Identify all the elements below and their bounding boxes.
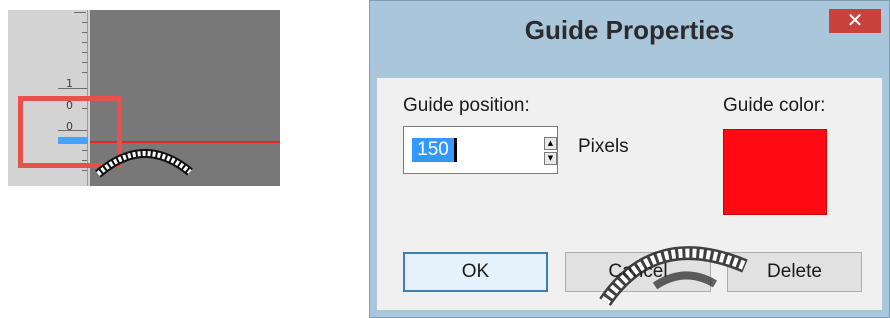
ruler-tick <box>58 88 88 89</box>
unit-label: Pixels <box>578 136 629 157</box>
close-icon: ✕ <box>846 10 864 32</box>
ok-button[interactable]: OK <box>403 252 548 292</box>
ruler-label: 1 <box>66 77 73 90</box>
ruler-tick <box>74 12 86 13</box>
delete-button[interactable]: Delete <box>727 252 862 292</box>
dialog-client: Guide position: 150 ▲ ▼ Pixels Guide col… <box>377 78 882 310</box>
guide-color-label: Guide color: <box>723 95 826 116</box>
spin-down-button[interactable]: ▼ <box>544 152 557 165</box>
guide-position-input[interactable]: 150 <box>412 138 454 162</box>
text-caret <box>454 138 457 162</box>
up-arrow-icon: ▲ <box>547 139 554 147</box>
close-button[interactable]: ✕ <box>829 9 881 33</box>
guide-position-label: Guide position: <box>403 95 530 116</box>
guide-position-stepper[interactable]: 150 ▲ ▼ <box>403 126 558 174</box>
dialog-title: Guide Properties <box>524 15 735 45</box>
ruler-crop: 1 0 0 <box>8 10 280 186</box>
spin-up-button[interactable]: ▲ <box>544 137 557 150</box>
down-arrow-icon: ▼ <box>547 154 554 162</box>
guide-properties-dialog: Guide Properties ✕ Guide position: 150 ▲… <box>369 0 890 318</box>
watermark-arc <box>95 149 193 178</box>
cancel-button[interactable]: Cancel <box>565 252 711 292</box>
guide-color-swatch[interactable] <box>723 129 827 215</box>
